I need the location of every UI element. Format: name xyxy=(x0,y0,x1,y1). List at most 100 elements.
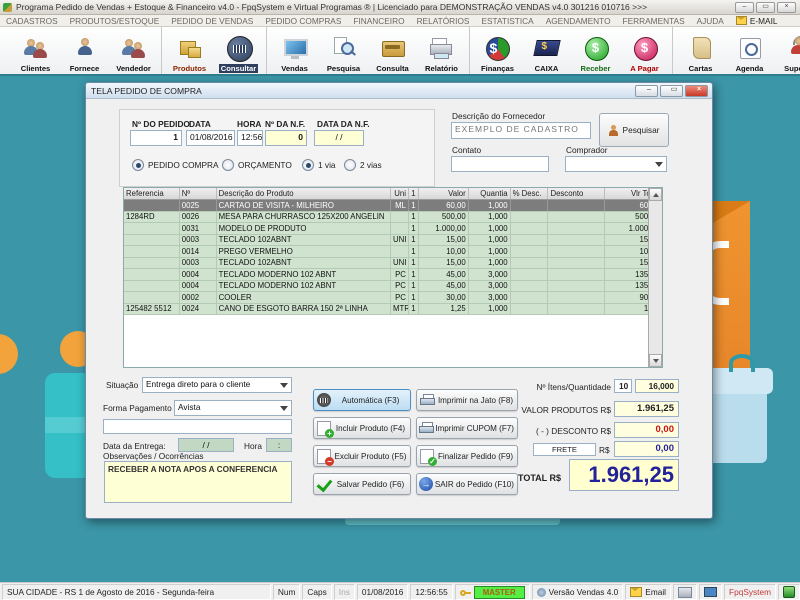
toolbar-button-clientes[interactable]: Clientes xyxy=(11,27,60,74)
dialog-maximize-button[interactable]: ▭ xyxy=(660,85,683,97)
grid-cell xyxy=(511,292,549,303)
radio-orcamento[interactable]: ORÇAMENTO xyxy=(222,159,292,171)
grid-header-row: ReferenciaNºDescrição do ProdutoUni1Valo… xyxy=(124,188,662,200)
order-time-field[interactable]: 12:56 xyxy=(237,130,263,146)
grid-row[interactable]: 125482 55120024CANO DE ESGOTO BARRA 150 … xyxy=(124,304,662,316)
payment-detail-field[interactable] xyxy=(103,419,292,434)
toolbar-button-consultar[interactable]: Consultar xyxy=(214,27,263,74)
status-date: 01/08/2016 xyxy=(357,584,409,600)
scroll-up-arrow[interactable] xyxy=(649,188,662,201)
person-icon xyxy=(609,125,618,136)
ledger-icon: $ xyxy=(533,33,561,63)
grid-cell: 1,000 xyxy=(469,223,511,234)
situation-combobox[interactable]: Entrega direto para o cliente xyxy=(142,377,292,393)
menu-item-produtos-estoque[interactable]: PRODUTOS/ESTOQUE xyxy=(64,16,166,26)
close-button[interactable]: × xyxy=(777,2,796,13)
grid-row[interactable]: 0002COOLERPC130,003,00090,00 xyxy=(124,292,662,304)
scroll-down-arrow[interactable] xyxy=(649,354,662,367)
radio-2-vias[interactable]: 2 vias xyxy=(344,159,382,171)
toolbar-button-fornece[interactable]: Fornece xyxy=(60,27,109,74)
menu-item-cadastros[interactable]: CADASTROS xyxy=(0,16,64,26)
grid-row[interactable]: 0025CARTAO DE VISITA - MILHEIROML160,001… xyxy=(124,200,662,212)
add-product-button[interactable]: + Incluir Produto (F4) xyxy=(313,417,411,439)
dialog-close-button[interactable]: × xyxy=(685,85,708,97)
toolbar-label: Fornece xyxy=(70,64,100,73)
status-email-button[interactable]: Email xyxy=(625,584,671,600)
add-document-icon: + xyxy=(317,421,331,436)
order-date-field[interactable]: 01/08/2016 xyxy=(186,130,235,146)
order-number-field[interactable]: 1 xyxy=(130,130,182,146)
print-coupon-button[interactable]: Imprimir CUPOM (F7) xyxy=(416,417,518,439)
toolbar-button-a-pagar[interactable]: $A Pagar xyxy=(620,27,669,74)
buyer-combobox[interactable] xyxy=(565,156,667,172)
envelope-icon xyxy=(736,16,747,25)
grid-cell: 45,00 xyxy=(419,269,469,280)
toolbar-button-vendas[interactable]: Vendas xyxy=(270,27,319,74)
remove-product-button[interactable]: − Excluir Produto (F5) xyxy=(313,445,411,467)
toolbar-button-cartas[interactable]: Cartas xyxy=(676,27,725,74)
automatic-button[interactable]: Automática (F3) xyxy=(313,389,411,411)
grid-row[interactable]: 0003TECLADO 102ABNTUNI115,001,00015,00 xyxy=(124,235,662,247)
grid-cell xyxy=(511,246,549,257)
toolbar-button-finan-as[interactable]: $Finanças xyxy=(473,27,522,74)
menu-item-pedido-de-vendas[interactable]: PEDIDO DE VENDAS xyxy=(165,16,259,26)
print-inkjet-button[interactable]: Imprimir na Jato (F8) xyxy=(416,389,518,411)
payment-combobox[interactable]: Avista xyxy=(174,400,292,416)
total-value: 1.961,25 xyxy=(569,459,679,491)
grid-cell: 0003 xyxy=(180,235,217,246)
menu-item-agendamento[interactable]: AGENDAMENTO xyxy=(540,16,617,26)
grid-cell: 10,00 xyxy=(419,246,469,257)
supplier-desc-field[interactable]: EXEMPLO DE CADASTRO xyxy=(451,122,591,139)
grid-row[interactable]: 0014PREGO VERMELHO110,001,00010,00 xyxy=(124,246,662,258)
menu-item-e-mail[interactable]: E-MAIL xyxy=(730,16,784,26)
exit-order-button[interactable]: → SAIR do Pedido (F10) xyxy=(416,473,518,495)
delivery-time-field[interactable]: : xyxy=(266,438,292,452)
observations-textarea[interactable]: RECEBER A NOTA APOS A CONFERENCIA xyxy=(104,461,292,503)
status-indicator xyxy=(778,584,800,600)
grid-row[interactable]: 0004TECLADO MODERNO 102 ABNTPC145,003,00… xyxy=(124,269,662,281)
toolbar-button-pesquisa[interactable]: Pesquisa xyxy=(319,27,368,74)
freight-button[interactable]: FRETE xyxy=(533,443,596,456)
invoice-number-field[interactable]: 0 xyxy=(265,130,307,146)
radio-1-via[interactable]: 1 via xyxy=(302,159,336,171)
grid-row[interactable]: 0003TECLADO 102ABNTUNI115,001,00015,00 xyxy=(124,258,662,270)
toolbar-button-caixa[interactable]: $CAIXA xyxy=(522,27,571,74)
toolbar-button-consulta[interactable]: Consulta xyxy=(368,27,417,74)
invoice-number-label: Nº DA N.F. xyxy=(265,119,305,129)
save-order-button[interactable]: Salvar Pedido (F6) xyxy=(313,473,411,495)
toolbar-button-agenda[interactable]: Agenda xyxy=(725,27,774,74)
status-monitor-button[interactable] xyxy=(699,584,722,600)
grid-cell xyxy=(391,246,409,257)
grid-cell: PC xyxy=(391,281,409,292)
menu-item-ferramentas[interactable]: FERRAMENTAS xyxy=(617,16,691,26)
grid-row[interactable]: 1284RD0026MESA PARA CHURRASCO 125X200 AN… xyxy=(124,212,662,224)
maximize-button[interactable]: ▭ xyxy=(756,2,775,13)
contact-field[interactable] xyxy=(451,156,549,172)
grid-row[interactable]: 0031MODELO DE PRODUTO11.000,001,0001.000… xyxy=(124,223,662,235)
email-icon xyxy=(630,587,642,597)
grid-cell: TECLADO 102ABNT xyxy=(217,235,391,246)
menu-item-financeiro[interactable]: FINANCEIRO xyxy=(347,16,410,26)
finalize-order-button[interactable]: ✓ Finalizar Pedido (F9) xyxy=(416,445,518,467)
toolbar-button-relat-rio[interactable]: Relatório xyxy=(417,27,466,74)
menu-item-ajuda[interactable]: AJUDA xyxy=(691,16,730,26)
grid-row[interactable]: 0004TECLADO MODERNO 102 ABNTPC145,003,00… xyxy=(124,281,662,293)
invoice-date-field[interactable]: / / xyxy=(314,130,364,146)
menu-item-relat-rios[interactable]: RELATÓRIOS xyxy=(411,16,476,26)
grid-vertical-scrollbar[interactable] xyxy=(648,188,662,367)
minimize-button[interactable]: – xyxy=(735,2,754,13)
grid-cell: PC xyxy=(391,292,409,303)
grid-cell: 1,000 xyxy=(469,246,511,257)
toolbar-button-receber[interactable]: $Receber xyxy=(571,27,620,74)
dialog-minimize-button[interactable]: – xyxy=(635,85,658,97)
toolbar-button-suporte[interactable]: Suporte xyxy=(774,27,800,74)
toolbar-button-produtos[interactable]: Produtos xyxy=(165,27,214,74)
status-printer-button[interactable] xyxy=(673,584,697,600)
delivery-date-field[interactable]: / / xyxy=(178,438,234,452)
search-supplier-button[interactable]: Pesquisar xyxy=(599,113,669,147)
menu-item-estatistica[interactable]: ESTATISTICA xyxy=(475,16,539,26)
grid-cell: 45,00 xyxy=(419,281,469,292)
radio-pedido-compra[interactable]: PEDIDO COMPRA xyxy=(132,159,219,171)
menu-item-pedido-compras[interactable]: PEDIDO COMPRAS xyxy=(259,16,347,26)
toolbar-button-vendedor[interactable]: Vendedor xyxy=(109,27,158,74)
